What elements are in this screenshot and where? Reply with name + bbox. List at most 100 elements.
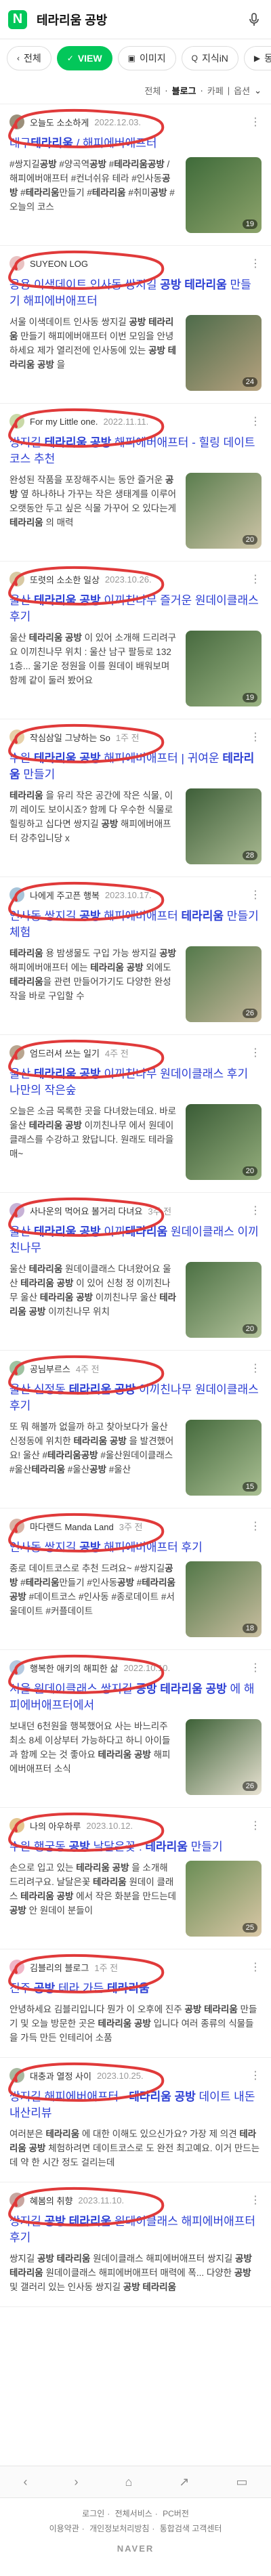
list-item[interactable]: 나의 아우하루 2023.10.12. ⋮ 수원 행궁동 공방 날달은꽃 : 테…	[0, 1808, 271, 1949]
tabs-icon[interactable]: ▭	[236, 2475, 247, 2489]
thumbnail-image[interactable]: 26	[186, 1719, 262, 1795]
avatar[interactable]	[9, 1818, 24, 1833]
search-query[interactable]: 테라리움 공방	[37, 11, 245, 28]
result-title[interactable]: 울산 테라리움 공방 이끼테라리움 원데이클래스 이끼친나무	[9, 1224, 262, 1257]
more-options-icon[interactable]: ⋮	[250, 1046, 262, 1059]
result-title[interactable]: 쌍지길 공방 테라리움 원데이클래스 해피에버애프터 후기	[9, 2214, 262, 2246]
author-name[interactable]: 나의 아우하루	[30, 1819, 81, 1832]
privacy-link[interactable]: 개인정보처리방침	[89, 2524, 149, 2533]
thumbnail-image[interactable]: 24	[186, 315, 262, 391]
list-item[interactable]: 행복한 애키의 해피한 삶 2022.10.10. ⋮ 서울 원데이클래스 쌍지…	[0, 1650, 271, 1808]
author-name[interactable]: 김블리의 블로그	[30, 1961, 89, 1974]
result-title[interactable]: 인사동 쌍지길 공방 해피에버애프터 후기	[9, 1540, 262, 1556]
avatar[interactable]	[9, 414, 24, 429]
list-item[interactable]: 또렷의 소소한 일상 2023.10.26. ⋮ 울산 테라리움 공방 이끼친나…	[0, 562, 271, 719]
thumbnail-image[interactable]: 20	[186, 1104, 262, 1180]
sort-cafe[interactable]: 카페	[207, 84, 224, 97]
microphone-icon[interactable]	[245, 11, 263, 28]
avatar[interactable]	[9, 2193, 24, 2208]
list-item[interactable]: For my Little one. 2022.11.11. ⋮ 쌍지길 테라리…	[0, 404, 271, 562]
avatar[interactable]	[9, 572, 24, 587]
more-options-icon[interactable]: ⋮	[250, 572, 262, 586]
avatar[interactable]	[9, 1960, 24, 1975]
result-title[interactable]: 울산 테라리움 공방 이끼친나무 즐거운 원데이클래스 후기	[9, 593, 262, 625]
avatar[interactable]	[9, 1203, 24, 1218]
result-title[interactable]: 대구테라리움 / 해피에버애프터	[9, 135, 262, 152]
result-title[interactable]: 인사동 쌍지길 공방 해피에버애프터 테라리움 만들기 체험	[9, 908, 262, 941]
more-options-icon[interactable]: ⋮	[250, 257, 262, 270]
list-item[interactable]: 마다랜드 Manda Land 3주 전 ⋮ 인사동 쌍지길 공방 해피에버애프…	[0, 1508, 271, 1650]
login-link[interactable]: 로그인	[82, 2509, 104, 2518]
author-name[interactable]: 혜봄의 취향	[30, 2194, 72, 2207]
list-item[interactable]: 작심삼일 그냥하는 So 1주 전 ⋮ 수원 테라리움 공방 해피에버애프터 |…	[0, 719, 271, 877]
thumbnail-image[interactable]: 26	[186, 946, 262, 1022]
avatar[interactable]	[9, 1045, 24, 1060]
author-name[interactable]: 엄드러셔 쓰는 일기	[30, 1047, 100, 1059]
pc-version-link[interactable]: PC버전	[163, 2509, 189, 2518]
list-item[interactable]: 사나운의 먹어요 볼거리 다녀요 3주 전 ⋮ 울산 테라리움 공방 이끼테라리…	[0, 1193, 271, 1351]
result-title[interactable]: 쌍지길 테라리움 공방 해피에버애프터 - 힐링 데이트 코스 추천	[9, 435, 262, 467]
more-options-icon[interactable]: ⋮	[250, 415, 262, 428]
more-options-icon[interactable]: ⋮	[250, 1661, 262, 1674]
result-title[interactable]: 수원 테라리움 공방 해피에버애프터 | 귀여운 테라리움 만들기	[9, 751, 262, 783]
more-options-icon[interactable]: ⋮	[250, 1960, 262, 1974]
more-options-icon[interactable]: ⋮	[250, 115, 262, 129]
avatar[interactable]	[9, 1519, 24, 1534]
avatar[interactable]	[9, 1660, 24, 1675]
avatar[interactable]	[9, 730, 24, 744]
result-title[interactable]: 울산 신정동 테라리움 공방 이끼친나무 원데이클래스 후기	[9, 1382, 262, 1414]
sort-option[interactable]: 옵션	[234, 84, 250, 97]
list-item[interactable]: 혜봄의 취향 2023.11.10. ⋮ 쌍지길 공방 테라리움 원데이클래스 …	[0, 2182, 271, 2307]
result-title[interactable]: 서울 원데이클래스 쌍지길 공방 테라리움 공방 에 해피에버애프터에서	[9, 1681, 262, 1714]
thumbnail-image[interactable]: 25	[186, 1861, 262, 1937]
avatar[interactable]	[9, 887, 24, 902]
author-name[interactable]: 또렷의 소소한 일상	[30, 573, 100, 586]
list-item[interactable]: 엄드러셔 쓰는 일기 4주 전 ⋮ 울산 테라리움 공방 이끼친나무 원데이클래…	[0, 1035, 271, 1193]
author-name[interactable]: 오늘도 소소하게	[30, 116, 89, 129]
back-icon[interactable]: ‹	[24, 2475, 28, 2489]
more-options-icon[interactable]: ⋮	[250, 888, 262, 902]
thumbnail-image[interactable]: 28	[186, 788, 262, 864]
list-item[interactable]: 김블리의 블로그 1주 전 ⋮ 진주 공방 테라 가든 테라리움 안녕하세요 김…	[0, 1949, 271, 2058]
more-options-icon[interactable]: ⋮	[250, 730, 262, 744]
help-link[interactable]: 통합검색 고객센터	[160, 2524, 222, 2533]
avatar[interactable]	[9, 256, 24, 271]
thumbnail-image[interactable]: 15	[186, 1420, 262, 1496]
list-item[interactable]: 대충과 열정 사이 2023.10.25. ⋮ 쌍지길 해피에버애프터 - 테라…	[0, 2058, 271, 2182]
result-title[interactable]: 진주 공방 테라 가든 테라리움	[9, 1981, 262, 1997]
author-name[interactable]: 행복한 애키의 해피한 삶	[30, 1662, 118, 1674]
tab-image[interactable]: ▣ 이미지	[117, 46, 176, 70]
share-icon[interactable]: ↗	[179, 2475, 189, 2489]
list-item[interactable]: 나에게 주고픈 행복 2023.10.17. ⋮ 인사동 쌍지길 공방 해피에버…	[0, 877, 271, 1035]
thumbnail-image[interactable]: 20	[186, 473, 262, 549]
avatar[interactable]	[9, 2068, 24, 2083]
author-name[interactable]: For my Little one.	[30, 417, 98, 427]
result-title[interactable]: 수원 행궁동 공방 날달은꽃 : 테라리움 만들기	[9, 1839, 262, 1855]
author-name[interactable]: SUYEON LOG	[30, 259, 88, 269]
result-title[interactable]: 용용 이색데이트 인사동 쌍지길 공방 테라리움 만들기 해피에버애프터	[9, 277, 262, 310]
list-item[interactable]: 오늘도 소소하게 2022.12.03. ⋮ 대구테라리움 / 해피에버애프터 …	[0, 104, 271, 246]
all-services-link[interactable]: 전체서비스	[115, 2509, 152, 2518]
thumbnail-image[interactable]: 19	[186, 157, 262, 233]
sort-blog[interactable]: 블로그	[172, 84, 196, 97]
tab-view[interactable]: ✓ VIEW	[56, 46, 112, 70]
naver-logo[interactable]: N	[8, 9, 27, 29]
sort-all[interactable]: 전체	[144, 84, 161, 97]
tab-video[interactable]: ▶동영상	[243, 46, 271, 70]
thumbnail-image[interactable]: 19	[186, 631, 262, 706]
more-options-icon[interactable]: ⋮	[250, 1204, 262, 1217]
thumbnail-image[interactable]: 20	[186, 1262, 262, 1338]
author-name[interactable]: 공님부르스	[30, 1362, 70, 1375]
more-options-icon[interactable]: ⋮	[250, 1361, 262, 1375]
tab-kin[interactable]: Q 지식iN	[181, 46, 238, 70]
thumbnail-image[interactable]: 18	[186, 1561, 262, 1637]
avatar[interactable]	[9, 1361, 24, 1376]
avatar[interactable]	[9, 114, 24, 129]
home-icon[interactable]: ⌂	[125, 2475, 133, 2489]
more-options-icon[interactable]: ⋮	[250, 1519, 262, 1533]
terms-link[interactable]: 이용약관	[49, 2524, 79, 2533]
author-name[interactable]: 작심삼일 그냥하는 So	[30, 731, 110, 744]
author-name[interactable]: 대충과 열정 사이	[30, 2069, 91, 2082]
tab-all[interactable]: ‹ 전체	[7, 46, 51, 70]
forward-icon[interactable]: ›	[75, 2475, 79, 2489]
